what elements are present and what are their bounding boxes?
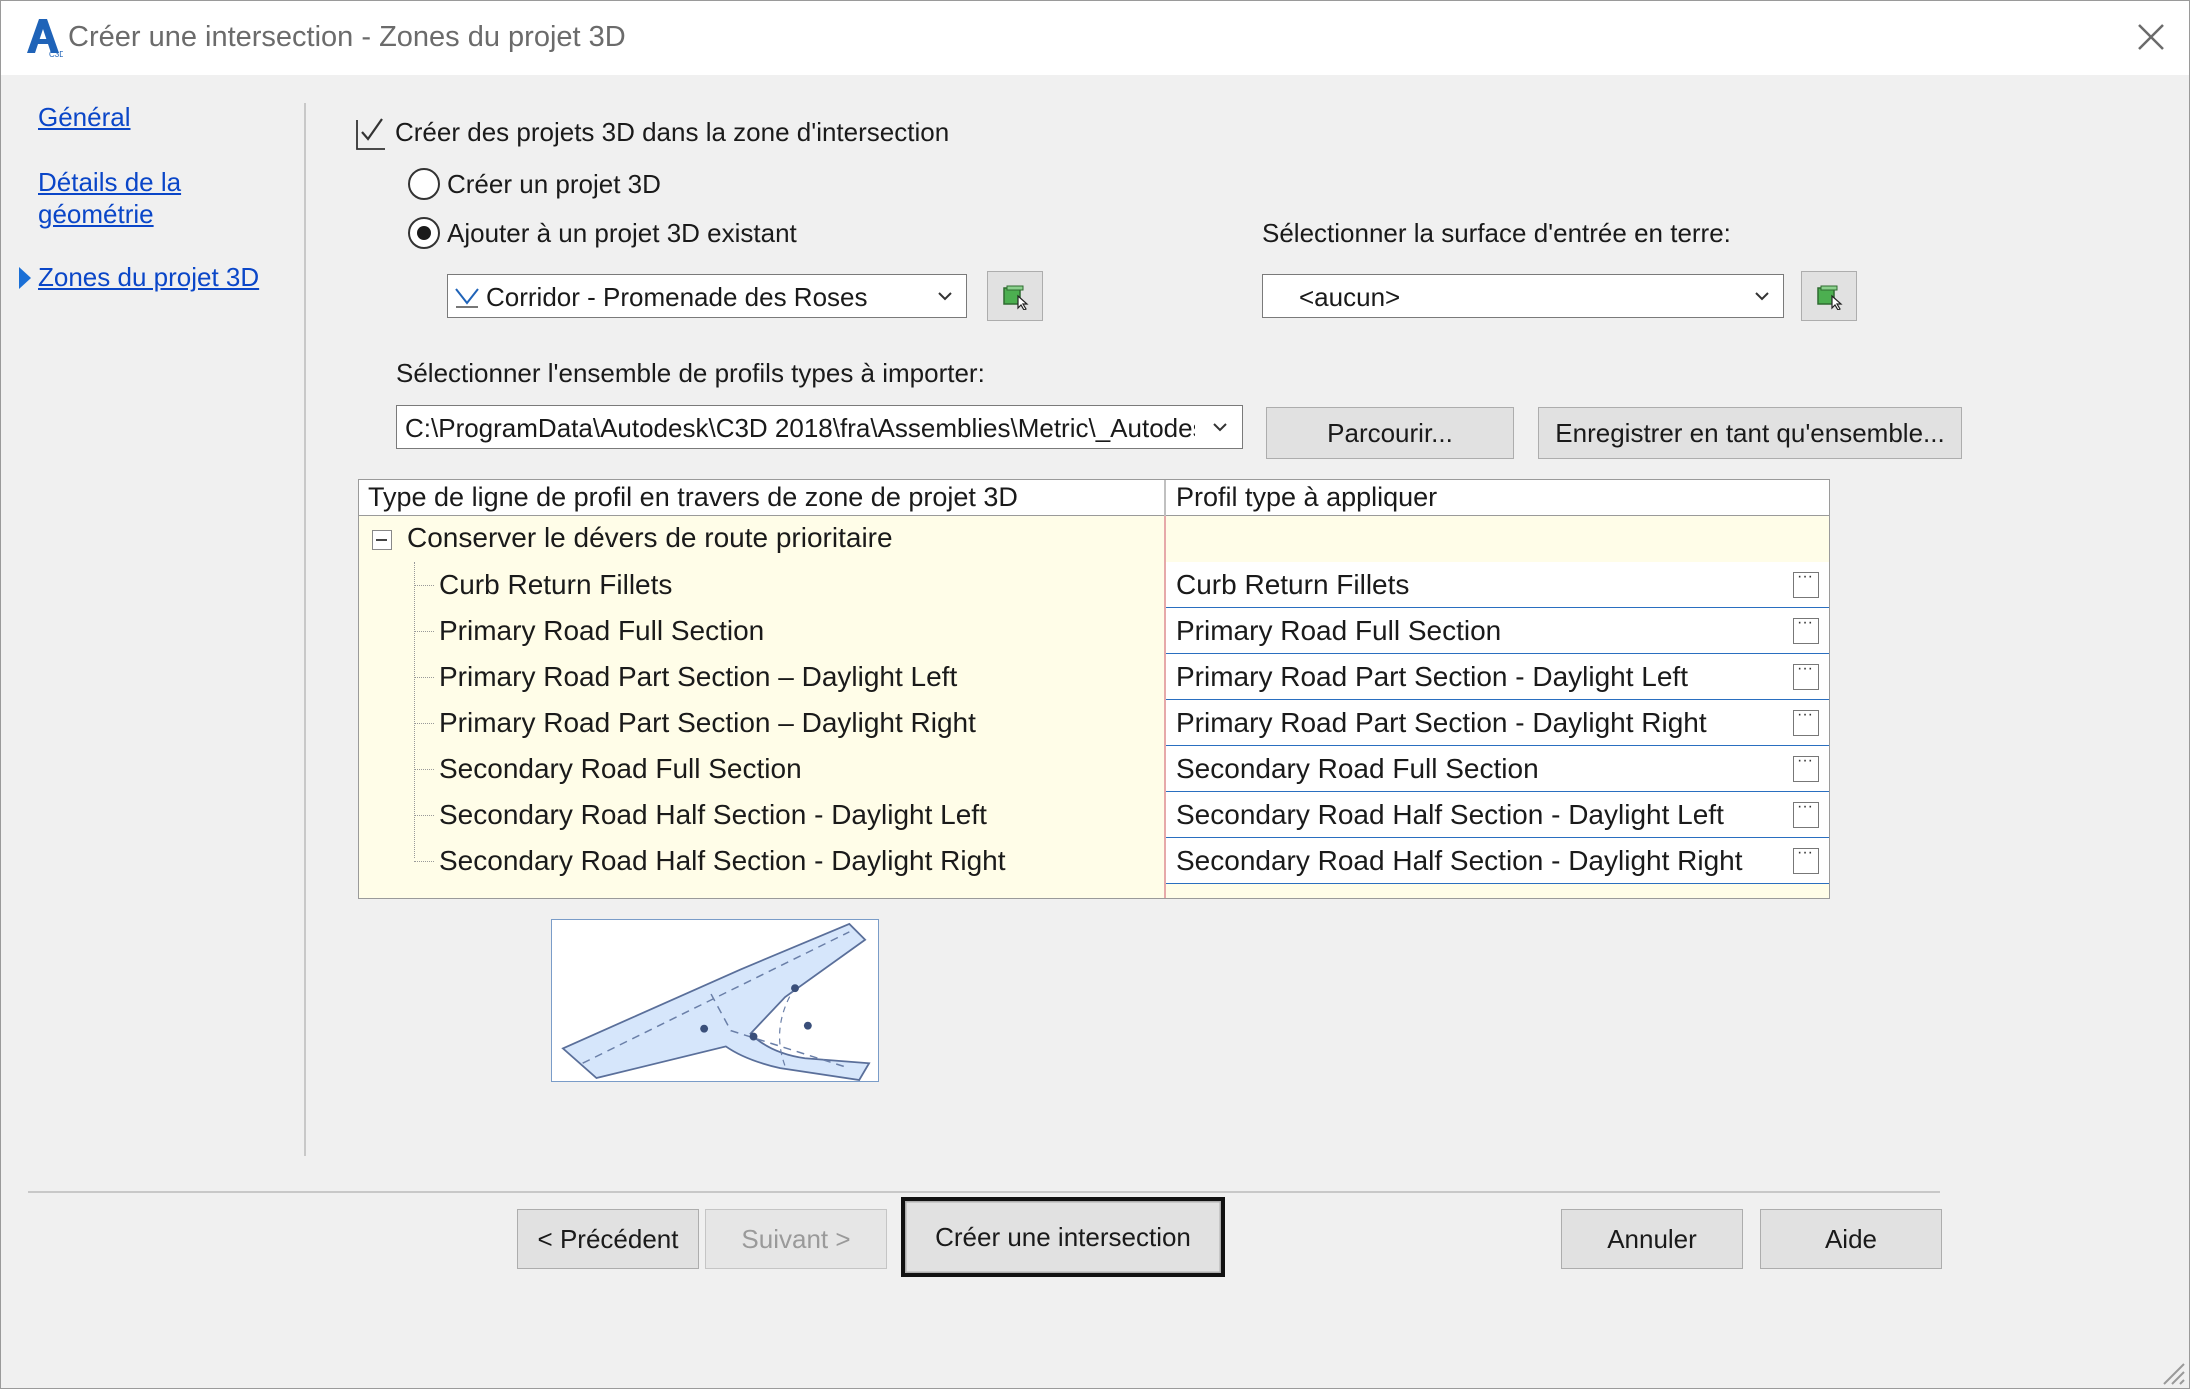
assembly-set-label: Sélectionner l'ensemble de profils types…: [396, 358, 985, 388]
row-region-name: Primary Road Full Section: [439, 615, 765, 646]
corridor-select[interactable]: Corridor - Promenade des Roses: [447, 274, 967, 318]
row-region-name: Primary Road Part Section – Daylight Rig…: [439, 707, 976, 738]
row-region-name: Primary Road Part Section – Daylight Lef…: [439, 661, 958, 692]
corridor-value: Corridor - Promenade des Roses: [486, 282, 868, 312]
pick-from-drawing-icon: [1817, 285, 1843, 310]
table-row[interactable]: Primary Road Full Section Primary Road F…: [359, 608, 1829, 654]
row-assembly-value: Curb Return Fillets: [1176, 569, 1410, 600]
row-assembly-value: Primary Road Full Section: [1176, 615, 1502, 646]
radio-create-new[interactable]: [408, 168, 440, 200]
table-row[interactable]: Secondary Road Half Section - Daylight R…: [359, 838, 1829, 884]
column-header-assembly[interactable]: Profil type à appliquer: [1176, 482, 1437, 513]
assembly-set-select[interactable]: C:\ProgramData\Autodesk\C3D 2018\fra\Ass…: [396, 405, 1243, 449]
svg-text:C3D: C3D: [49, 50, 63, 59]
radio-create-new-label: Créer un projet 3D: [447, 169, 661, 199]
create-in-zone-checkbox[interactable]: [356, 116, 386, 150]
row-region-name: Secondary Road Half Section - Daylight L…: [439, 799, 987, 830]
row-region-name: Curb Return Fillets: [439, 569, 673, 600]
row-assembly-value: Secondary Road Half Section - Daylight R…: [1176, 845, 1743, 876]
nav-separator: [304, 103, 306, 1156]
pick-surface-button[interactable]: [1801, 271, 1857, 321]
column-header-region-type[interactable]: Type de ligne de profil en travers de zo…: [368, 482, 1018, 513]
assembly-set-value: C:\ProgramData\Autodesk\C3D 2018\fra\Ass…: [405, 413, 1195, 443]
row-assembly-cell[interactable]: Secondary Road Half Section - Daylight L…: [1166, 792, 1829, 838]
tree-connector: [414, 631, 434, 632]
ellipsis-icon[interactable]: [1793, 752, 1819, 782]
next-button[interactable]: Suivant >: [705, 1209, 887, 1269]
nav-link-geometry-line1: Détails de la: [38, 167, 182, 197]
ellipsis-icon[interactable]: [1793, 568, 1819, 598]
chevron-down-icon: [938, 292, 952, 301]
resize-grip-icon[interactable]: [2156, 1356, 2186, 1386]
tree-connector: [414, 861, 434, 862]
row-assembly-cell[interactable]: Primary Road Part Section - Daylight Lef…: [1166, 654, 1829, 700]
nav-link-3d-project-zones[interactable]: Zones du projet 3D: [38, 261, 259, 293]
ground-surface-value: <aucun>: [1299, 282, 1401, 312]
pick-corridor-button[interactable]: [987, 271, 1043, 321]
pick-from-drawing-icon: [1003, 285, 1029, 310]
row-region-name: Secondary Road Half Section - Daylight R…: [439, 845, 1006, 876]
tree-connector: [414, 677, 434, 678]
save-as-set-button[interactable]: Enregistrer en tant qu'ensemble...: [1538, 407, 1962, 459]
chevron-down-icon: [1755, 292, 1769, 301]
close-icon[interactable]: [2129, 15, 2173, 59]
ellipsis-icon[interactable]: [1793, 614, 1819, 644]
create-intersection-button[interactable]: Créer une intersection: [901, 1197, 1225, 1277]
radio-add-existing[interactable]: [408, 217, 440, 249]
civil3d-logo-icon: C3D: [27, 19, 63, 59]
window-title: Créer une intersection - Zones du projet…: [68, 21, 626, 53]
table-row[interactable]: Secondary Road Half Section - Daylight L…: [359, 792, 1829, 838]
create-in-zone-label: Créer des projets 3D dans la zone d'inte…: [395, 117, 950, 147]
nav-link-geometry-details[interactable]: Détails de la géométrie: [38, 166, 181, 230]
group-label: Conserver le dévers de route prioritaire: [407, 522, 893, 553]
row-assembly-value: Primary Road Part Section - Daylight Lef…: [1176, 661, 1688, 692]
browse-button[interactable]: Parcourir...: [1266, 407, 1514, 459]
wizard-navigation: [1, 75, 306, 1155]
row-assembly-value: Secondary Road Full Section: [1176, 753, 1539, 784]
row-assembly-cell[interactable]: Primary Road Full Section: [1166, 608, 1829, 654]
title-bar: C3D Créer une intersection - Zones du pr…: [1, 1, 2189, 75]
column-divider: [1164, 480, 1166, 516]
tree-connector: [414, 769, 434, 770]
table-row[interactable]: Primary Road Part Section – Daylight Lef…: [359, 654, 1829, 700]
row-assembly-value: Secondary Road Half Section - Daylight L…: [1176, 799, 1724, 830]
help-button[interactable]: Aide: [1760, 1209, 1942, 1269]
grid-group-row: Conserver le dévers de route prioritaire: [359, 516, 1829, 562]
ground-surface-select[interactable]: <aucun>: [1262, 274, 1784, 318]
row-assembly-cell[interactable]: Curb Return Fillets: [1166, 562, 1829, 608]
ellipsis-icon[interactable]: [1793, 660, 1819, 690]
corridor-icon: [455, 288, 479, 308]
row-assembly-value: Primary Road Part Section - Daylight Rig…: [1176, 707, 1707, 738]
row-assembly-cell[interactable]: Secondary Road Full Section: [1166, 746, 1829, 792]
nav-link-geometry-line2: géométrie: [38, 199, 154, 229]
row-assembly-cell[interactable]: Primary Road Part Section - Daylight Rig…: [1166, 700, 1829, 746]
ellipsis-icon[interactable]: [1793, 844, 1819, 874]
ground-surface-label: Sélectionner la surface d'entrée en terr…: [1262, 218, 1731, 248]
assembly-mapping-grid: Type de ligne de profil en travers de zo…: [358, 479, 1830, 899]
table-row[interactable]: Curb Return Fillets Curb Return Fillets: [359, 562, 1829, 608]
chevron-down-icon: [1213, 423, 1227, 432]
table-row[interactable]: Secondary Road Full Section Secondary Ro…: [359, 746, 1829, 792]
ellipsis-icon[interactable]: [1793, 706, 1819, 736]
row-region-name: Secondary Road Full Section: [439, 753, 802, 784]
radio-add-existing-label: Ajouter à un projet 3D existant: [447, 218, 797, 248]
tree-connector: [414, 815, 434, 816]
tree-connector: [414, 585, 434, 586]
footer-separator: [28, 1191, 1940, 1193]
ellipsis-icon[interactable]: [1793, 798, 1819, 828]
grid-header: Type de ligne de profil en travers de zo…: [359, 480, 1829, 516]
cancel-button[interactable]: Annuler: [1561, 1209, 1743, 1269]
tree-connector: [414, 723, 434, 724]
row-assembly-cell[interactable]: Secondary Road Half Section - Daylight R…: [1166, 838, 1829, 884]
nav-link-general[interactable]: Général: [38, 101, 131, 133]
previous-button[interactable]: < Précédent: [517, 1209, 699, 1269]
table-row[interactable]: Primary Road Part Section – Daylight Rig…: [359, 700, 1829, 746]
intersection-preview-image: [551, 919, 879, 1082]
active-page-arrow-icon: [19, 267, 31, 289]
collapse-icon[interactable]: [372, 530, 392, 550]
dialog-window: C3D Créer une intersection - Zones du pr…: [0, 0, 2190, 1389]
